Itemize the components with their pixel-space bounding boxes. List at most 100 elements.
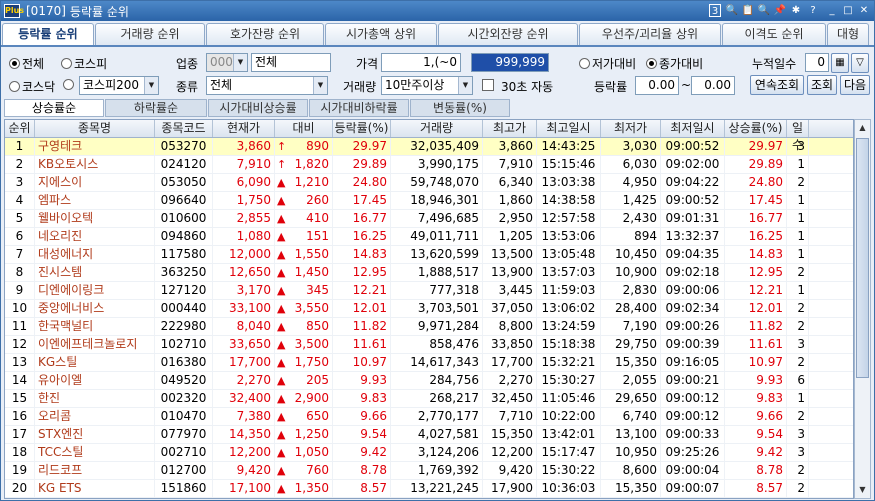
- cell-high-time: 15:30:22: [537, 462, 601, 479]
- table-row[interactable]: 10 중앙에너비스 000440 33,100 ▲ 3,550 12.01 3,703,501…: [5, 300, 853, 318]
- table-row[interactable]: 18 TCC스틸 002710 12,200 ▲ 1,050 9.42 3,124,206 12…: [5, 444, 853, 462]
- header-high-price[interactable]: 최고가: [483, 120, 537, 137]
- calendar-icon[interactable]: ▦: [831, 53, 849, 73]
- scroll-down-icon[interactable]: ▼: [855, 482, 870, 498]
- table-row[interactable]: 3 지에스이 053050 6,090 ▲ 1,210 24.80 59,748,070 6,3…: [5, 174, 853, 192]
- cell-current-price: 17,100: [213, 480, 275, 497]
- tab-order-book[interactable]: 호가잔량 순위: [206, 23, 324, 45]
- settings-icon[interactable]: ✱: [789, 4, 803, 17]
- sector-code-select[interactable]: 0000: [206, 53, 248, 72]
- search-icon[interactable]: 🔍: [757, 4, 771, 17]
- table-row[interactable]: 1 구영테크 053270 3,860 ↑ 890 29.97 32,035,409 3,860…: [5, 138, 853, 156]
- change-value: 1,210: [294, 175, 329, 189]
- cell-change: ▲ 1,550: [275, 246, 333, 263]
- zoom-icon[interactable]: 🔍: [725, 4, 739, 17]
- filter-icon[interactable]: ▽: [851, 53, 869, 73]
- screen-number-icon[interactable]: 3: [709, 4, 721, 17]
- radio-low-vs[interactable]: 저가대비: [579, 55, 636, 72]
- table-row[interactable]: 13 KG스틸 016380 17,700 ▲ 1,750 10.97 14,617,343 1…: [5, 354, 853, 372]
- cell-low-time: 13:32:37: [661, 228, 725, 245]
- header-rank[interactable]: 순위: [5, 120, 35, 137]
- radio-close-vs[interactable]: 종가대비: [646, 55, 703, 72]
- table-row[interactable]: 16 오리콤 010470 7,380 ▲ 650 9.66 2,770,177 7,710 10…: [5, 408, 853, 426]
- table-row[interactable]: 8 진시스템 363250 12,650 ▲ 1,450 12.95 1,888,517 13,…: [5, 264, 853, 282]
- cell-low-time: 09:00:06: [661, 282, 725, 299]
- tab-volume[interactable]: 거래량 순위: [95, 23, 205, 45]
- tab-large[interactable]: 대형: [827, 23, 869, 45]
- up-triangle-icon: ▲: [277, 446, 286, 459]
- up-triangle-icon: ▲: [277, 392, 286, 405]
- table-row[interactable]: 9 디엔에이링크 127120 3,170 ▲ 345 12.21 777,318 3,445 1…: [5, 282, 853, 300]
- change-from-field[interactable]: 0.00: [635, 76, 679, 95]
- radio-market-kospi[interactable]: 코스피: [61, 55, 107, 72]
- table-row[interactable]: 4 엠파스 096640 1,750 ▲ 260 17.45 18,946,301 1,860 1…: [5, 192, 853, 210]
- radio-market-all[interactable]: 전체: [9, 55, 44, 72]
- price-from-field[interactable]: 1,(~0: [381, 53, 461, 72]
- kind-select[interactable]: 전체: [206, 76, 328, 95]
- cell-change-rate: 9.83: [333, 390, 391, 407]
- table-row[interactable]: 12 이엔에프테크놀로지 102710 33,650 ▲ 3,500 11.61 858,47…: [5, 336, 853, 354]
- header-high-time[interactable]: 최고일시: [537, 120, 601, 137]
- table-row[interactable]: 20 KG ETS 151860 17,100 ▲ 1,350 8.57 13,221,245…: [5, 480, 853, 498]
- cell-low-price: 29,750: [601, 336, 661, 353]
- header-volume[interactable]: 거래량: [391, 120, 483, 137]
- header-change-rate[interactable]: 등락률(%): [333, 120, 391, 137]
- header-low-price[interactable]: 최저가: [601, 120, 661, 137]
- tab-volatility[interactable]: 변동률(%): [410, 99, 510, 117]
- radio-market-kosdaq[interactable]: 코스닥: [9, 78, 55, 95]
- cell-high-price: 2,270: [483, 372, 537, 389]
- maximize-button[interactable]: □: [841, 4, 855, 17]
- pin-icon[interactable]: 📌: [773, 4, 787, 17]
- volume-select[interactable]: 10만주이상: [381, 76, 473, 95]
- cell-low-price: 10,450: [601, 246, 661, 263]
- tab-rise-rate[interactable]: 상승률순: [4, 99, 104, 117]
- tab-change-rate[interactable]: 등락률 순위: [2, 23, 94, 45]
- up-triangle-icon: ▲: [277, 410, 286, 423]
- table-row[interactable]: 7 대성에너지 117580 12,000 ▲ 1,550 14.83 13,620,599 1…: [5, 246, 853, 264]
- tab-fall-rate[interactable]: 하락률순: [105, 99, 207, 117]
- table-row[interactable]: 17 STX엔진 077970 14,350 ▲ 1,250 9.54 4,027,581 15…: [5, 426, 853, 444]
- table-row[interactable]: 11 한국맥널티 222980 8,040 ▲ 850 11.82 9,971,284 8,80…: [5, 318, 853, 336]
- cell-rank: 15: [5, 390, 35, 407]
- auto-refresh-checkbox[interactable]: [482, 79, 494, 91]
- scroll-up-icon[interactable]: ▲: [855, 120, 870, 136]
- tab-preferred[interactable]: 우선주/괴리율 상위: [579, 23, 721, 45]
- table-row[interactable]: 19 리드코프 012700 9,420 ▲ 760 8.78 1,769,392 9,420 1…: [5, 462, 853, 480]
- sector-name-field[interactable]: 전체: [251, 53, 331, 72]
- table-row[interactable]: 14 유아이엘 049520 2,270 ▲ 205 9.93 284,756 2,270 15:…: [5, 372, 853, 390]
- help-icon[interactable]: ?: [807, 4, 819, 17]
- minimize-button[interactable]: _: [825, 4, 839, 17]
- table-row[interactable]: 6 네오리진 094860 1,080 ▲ 151 16.25 49,011,711 1,205…: [5, 228, 853, 246]
- header-change[interactable]: 대비: [275, 120, 333, 137]
- table-row[interactable]: 2 KB오토시스 024120 7,910 ↑ 1,820 29.89 3,990,175 7,…: [5, 156, 853, 174]
- radio-index[interactable]: [63, 78, 76, 92]
- days-field[interactable]: 0: [805, 53, 829, 72]
- price-to-field[interactable]: 999,999: [471, 53, 549, 72]
- continue-query-button[interactable]: 연속조회: [750, 75, 804, 95]
- index-select[interactable]: 코스피200: [79, 76, 159, 95]
- change-to-field[interactable]: 0.00: [691, 76, 735, 95]
- next-button[interactable]: 다음: [840, 75, 870, 95]
- scroll-thumb[interactable]: [856, 138, 869, 378]
- table-row[interactable]: 5 웰바이오텍 010600 2,855 ▲ 410 16.77 7,496,685 2,950…: [5, 210, 853, 228]
- header-rise-rate[interactable]: 상승률(%): [725, 120, 787, 137]
- tab-after-hours[interactable]: 시간외잔량 순위: [438, 23, 578, 45]
- cell-volume: 59,748,070: [391, 174, 483, 191]
- header-low-time[interactable]: 최저일시: [661, 120, 725, 137]
- copy-icon[interactable]: 📋: [741, 4, 755, 17]
- cell-low-price: 894: [601, 228, 661, 245]
- table-row[interactable]: 15 한진 002320 32,400 ▲ 2,900 9.83 268,217 32,450 1…: [5, 390, 853, 408]
- header-stock-code[interactable]: 종목코드: [155, 120, 213, 137]
- query-button[interactable]: 조회: [807, 75, 837, 95]
- tab-market-cap[interactable]: 시가총액 상위: [325, 23, 437, 45]
- tab-open-rise[interactable]: 시가대비상승률: [208, 99, 308, 117]
- header-stock-name[interactable]: 종목명: [35, 120, 155, 137]
- header-current-price[interactable]: 현재가: [213, 120, 275, 137]
- vertical-scrollbar[interactable]: ▲ ▼: [854, 119, 871, 499]
- close-button[interactable]: ✕: [857, 4, 871, 17]
- tab-open-fall[interactable]: 시가대비하락률: [309, 99, 409, 117]
- tab-disparity[interactable]: 이격도 순위: [722, 23, 826, 45]
- cell-rise-rate: 8.57: [725, 480, 787, 497]
- cell-high-price: 7,710: [483, 408, 537, 425]
- header-days[interactable]: 일수: [787, 120, 809, 152]
